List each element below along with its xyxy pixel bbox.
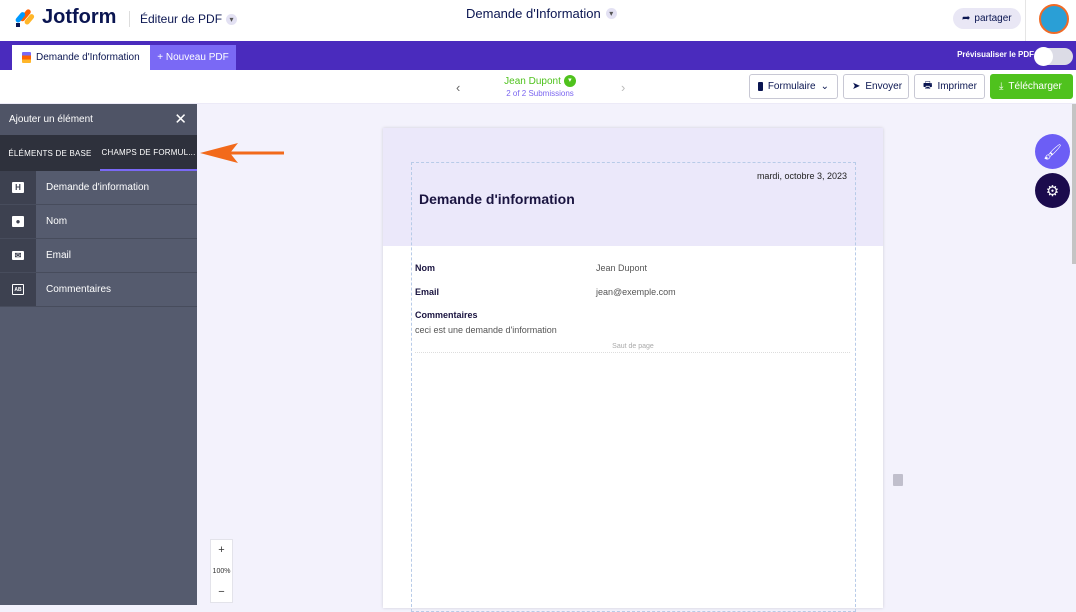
top-header: Jotform Éditeur de PDF ▾ Demande d'Inform… xyxy=(0,0,1076,41)
document-title: Demande d'Information xyxy=(466,6,601,21)
form-label: Formulaire xyxy=(767,81,816,92)
divider xyxy=(1025,0,1026,41)
zoom-in-button[interactable]: + xyxy=(211,540,232,561)
heading-icon: H xyxy=(12,182,24,193)
jotform-logo-icon xyxy=(15,8,35,27)
preview-pdf-label: Prévisualiser le PDF xyxy=(957,50,1034,59)
avatar[interactable] xyxy=(1039,4,1069,34)
element-label: Demande d'information xyxy=(46,182,150,193)
email-icon: ✉ xyxy=(12,251,24,260)
document-date[interactable]: mardi, octobre 3, 2023 xyxy=(757,171,847,181)
element-item[interactable]: ● Nom xyxy=(0,205,197,239)
field-label: Commentaires xyxy=(415,310,478,320)
print-label: Imprimer xyxy=(937,81,977,92)
divider xyxy=(129,11,130,27)
download-label: Télécharger xyxy=(1008,81,1062,92)
contact-icon: ● xyxy=(12,216,24,227)
trash-icon[interactable] xyxy=(893,474,903,486)
tab-document[interactable]: Demande d'Information xyxy=(12,45,150,70)
page-break-line xyxy=(415,352,850,353)
design-button[interactable]: 🖌 xyxy=(1035,134,1070,169)
share-icon: ➦ xyxy=(962,13,971,24)
add-element-panel: Ajouter un élément ✕ ÉLÉMENTS DE BASE CHA… xyxy=(0,104,197,605)
element-item[interactable]: AB Commentaires xyxy=(0,273,197,307)
send-label: Envoyer xyxy=(865,81,903,92)
settings-button[interactable]: ⚙ xyxy=(1035,173,1070,208)
gear-icon: ⚙ xyxy=(1045,182,1060,200)
element-item[interactable]: ✉ Email xyxy=(0,239,197,273)
field-value: ceci est une demande d'information xyxy=(415,325,557,335)
chevron-down-icon: ▾ xyxy=(605,8,617,19)
field-value: Jean Dupont xyxy=(596,263,648,273)
share-button[interactable]: ➦ partager xyxy=(953,8,1021,29)
pdf-page: mardi, octobre 3, 2023 Demande d'informa… xyxy=(383,128,883,612)
tab-label: Demande d'Information xyxy=(36,52,140,63)
tab-form-fields[interactable]: CHAMPS DE FORMUL... xyxy=(100,135,197,171)
annotation-arrow-icon xyxy=(200,143,284,163)
previous-submission-button[interactable]: ‹ xyxy=(456,80,460,95)
print-button[interactable]: 🖶 Imprimer xyxy=(914,74,985,99)
paint-roller-icon: 🖌 xyxy=(1042,143,1063,161)
textarea-icon: AB xyxy=(12,284,24,295)
submitter-name: Jean Dupont xyxy=(504,75,561,87)
document-title-dropdown[interactable]: Demande d'Information ▾ xyxy=(466,6,617,21)
editor-label: Éditeur de PDF xyxy=(140,12,223,26)
chevron-down-icon: ▾ xyxy=(226,13,238,25)
content-area xyxy=(411,162,856,612)
send-button[interactable]: ➤ Envoyer xyxy=(843,74,909,99)
panel-title: Ajouter un élément xyxy=(9,114,93,125)
document-heading[interactable]: Demande d'information xyxy=(419,191,575,207)
chevron-down-icon: ▾ xyxy=(563,75,576,87)
preview-pdf-toggle[interactable] xyxy=(1034,47,1073,66)
element-label: Commentaires xyxy=(46,284,112,295)
share-label: partager xyxy=(974,13,1012,24)
element-label: Nom xyxy=(46,216,68,227)
print-icon: 🖶 xyxy=(923,80,933,91)
close-icon[interactable]: ✕ xyxy=(174,110,187,128)
send-icon: ➤ xyxy=(852,81,861,92)
download-icon: ⤓ xyxy=(999,81,1004,92)
tab-basic-elements[interactable]: ÉLÉMENTS DE BASE xyxy=(0,135,100,171)
submission-count: 2 of 2 Submissions xyxy=(506,89,574,98)
page-break-label[interactable]: Saut de page xyxy=(611,342,655,352)
form-dropdown-button[interactable]: Formulaire ⌄ xyxy=(749,74,838,99)
element-label: Email xyxy=(46,250,72,261)
tab-bar: Demande d'Information + Nouveau PDF Prév… xyxy=(0,41,1076,70)
logo-text: Jotform xyxy=(42,6,117,28)
zoom-out-button[interactable]: − xyxy=(211,582,232,603)
form-icon xyxy=(758,82,763,91)
field-label: Email xyxy=(415,287,440,297)
zoom-level: 100% xyxy=(212,568,231,575)
jotform-logo[interactable]: Jotform xyxy=(14,6,116,29)
next-submission-button[interactable]: › xyxy=(621,80,625,95)
download-button[interactable]: ⤓ Télécharger xyxy=(990,74,1073,99)
submission-selector[interactable]: Jean Dupont ▾ 2 of 2 Submissions xyxy=(490,75,590,98)
chevron-down-icon: ⌄ xyxy=(820,81,829,92)
editor-dropdown[interactable]: Éditeur de PDF ▾ xyxy=(140,12,238,26)
document-icon xyxy=(22,52,31,63)
field-value: jean@exemple.com xyxy=(596,287,676,297)
new-pdf-tab[interactable]: + Nouveau PDF xyxy=(150,45,236,70)
zoom-controls: + 100% − xyxy=(210,539,233,603)
scrollbar[interactable] xyxy=(1072,104,1076,264)
field-label: Nom xyxy=(415,263,435,273)
element-item[interactable]: H Demande d'information xyxy=(0,171,197,205)
